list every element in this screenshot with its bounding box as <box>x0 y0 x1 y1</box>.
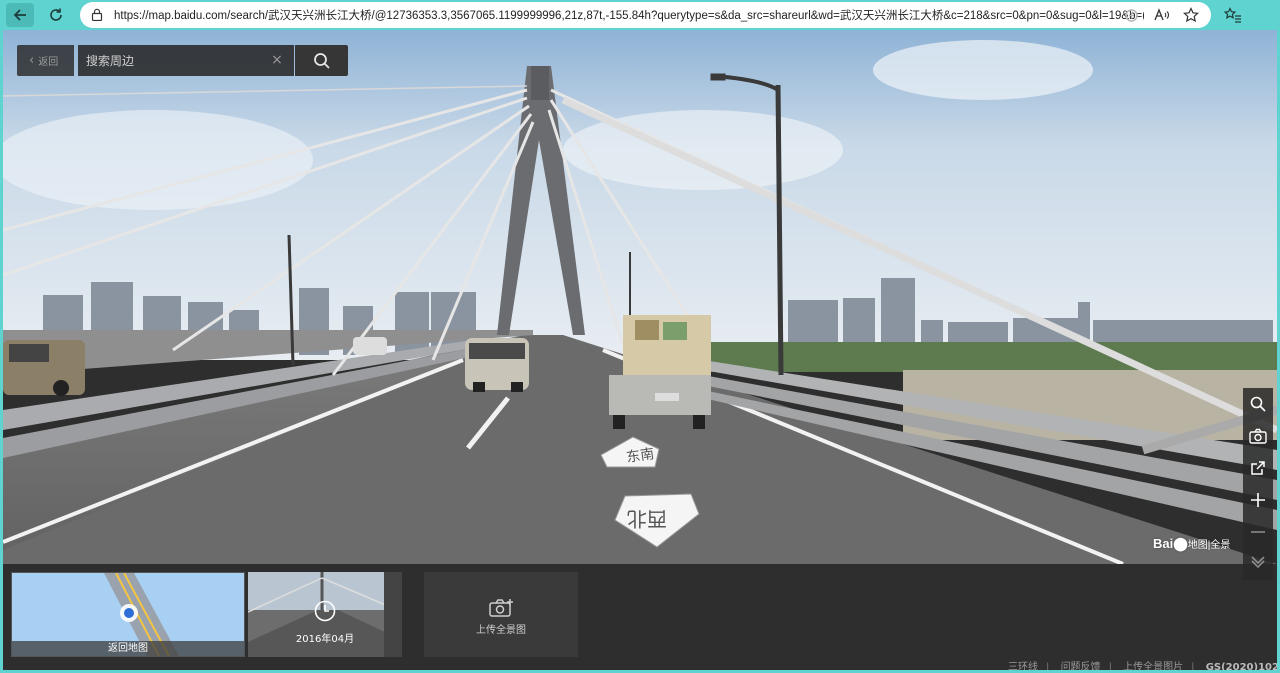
footer-link-ring-road[interactable]: 三环线 <box>1008 662 1038 670</box>
copyright: GS(2020)1020 <box>1205 662 1277 670</box>
history-date: 2016年04月 <box>295 634 355 645</box>
arrow-back-label: 西北 <box>627 507 667 531</box>
mini-map-thumbnail[interactable]: 返回地图 <box>11 572 245 657</box>
footer-links: 三环线| 问题反馈| 上传全景图片| GS(2020)1020 <box>1008 658 1277 670</box>
read-aloud-icon <box>1154 8 1170 21</box>
clock-icon <box>314 600 336 622</box>
search-nearby-input[interactable] <box>78 45 294 76</box>
star-icon <box>1183 7 1199 23</box>
back-button-label: 返回 <box>38 57 59 68</box>
screenshot-button[interactable] <box>1243 420 1273 452</box>
search-icon <box>313 52 330 69</box>
toolbar-rail <box>1243 388 1273 580</box>
camera-plus-icon <box>489 599 513 617</box>
reload-icon <box>50 8 62 21</box>
address-bar[interactable]: https://map.baidu.com/search/武汉天兴洲长江大桥/@… <box>80 2 1211 28</box>
watermark-product: 地图|全景 <box>1187 540 1231 551</box>
clear-icon[interactable]: × <box>270 53 284 67</box>
chevron-down-icon <box>1251 556 1265 569</box>
history-thumbnail[interactable]: 2016年04月 <box>248 572 402 657</box>
back-to-map-label: 返回地图 <box>12 641 244 656</box>
minivan <box>465 338 529 392</box>
upload-panorama-button[interactable]: 上传全景图 <box>424 572 578 657</box>
browser-reload-button[interactable] <box>42 3 70 27</box>
url-text: https://map.baidu.com/search/武汉天兴洲长江大桥/@… <box>114 10 1144 22</box>
panorama-view[interactable]: 东南 西北 <box>3 30 1277 564</box>
browser-back-button[interactable] <box>6 3 34 27</box>
plus-icon <box>1251 493 1265 507</box>
street-view-page: 东南 西北 ‹ 返回 × Ba <box>3 30 1277 670</box>
footer-link-upload[interactable]: 上传全景图片 <box>1123 662 1183 670</box>
search-button[interactable] <box>295 45 348 76</box>
browser-toolbar: https://map.baidu.com/search/武汉天兴洲长江大桥/@… <box>0 0 1280 30</box>
arrow-left-icon <box>13 9 26 21</box>
zoom-search-button[interactable] <box>1243 388 1273 420</box>
refresh-page-icon <box>1124 8 1138 22</box>
camera-icon <box>1249 428 1267 444</box>
favorite-star-button[interactable] <box>1182 6 1200 24</box>
riverbank-trees <box>703 342 1277 372</box>
favorites-icon <box>1224 7 1241 23</box>
cargo-truck <box>609 315 711 429</box>
upload-label: 上传全景图 <box>476 625 526 636</box>
footer-link-feedback[interactable]: 问题反馈 <box>1061 662 1101 670</box>
minus-icon <box>1251 531 1265 533</box>
lock-icon <box>91 8 103 21</box>
collapse-button[interactable] <box>1243 548 1273 580</box>
zoom-in-button[interactable] <box>1243 484 1273 516</box>
chevron-left-icon: ‹ <box>29 53 35 68</box>
car-left <box>3 340 85 396</box>
history-date-badge: 2016年04月 <box>248 600 402 645</box>
baidu-watermark: Bai⬤地图|全景 <box>1153 536 1230 552</box>
share-icon <box>1251 461 1265 475</box>
search-icon <box>1250 396 1266 412</box>
translate-button[interactable] <box>1122 6 1140 24</box>
favorites-button[interactable] <box>1222 4 1244 26</box>
back-button[interactable]: ‹ 返回 <box>17 45 74 76</box>
zoom-out-button[interactable] <box>1243 516 1273 548</box>
read-aloud-button[interactable] <box>1153 6 1171 24</box>
watermark-brand: Bai <box>1153 536 1174 551</box>
share-button[interactable] <box>1243 452 1273 484</box>
paw-icon: ⬤ <box>1173 536 1188 551</box>
license-plate <box>655 393 679 401</box>
